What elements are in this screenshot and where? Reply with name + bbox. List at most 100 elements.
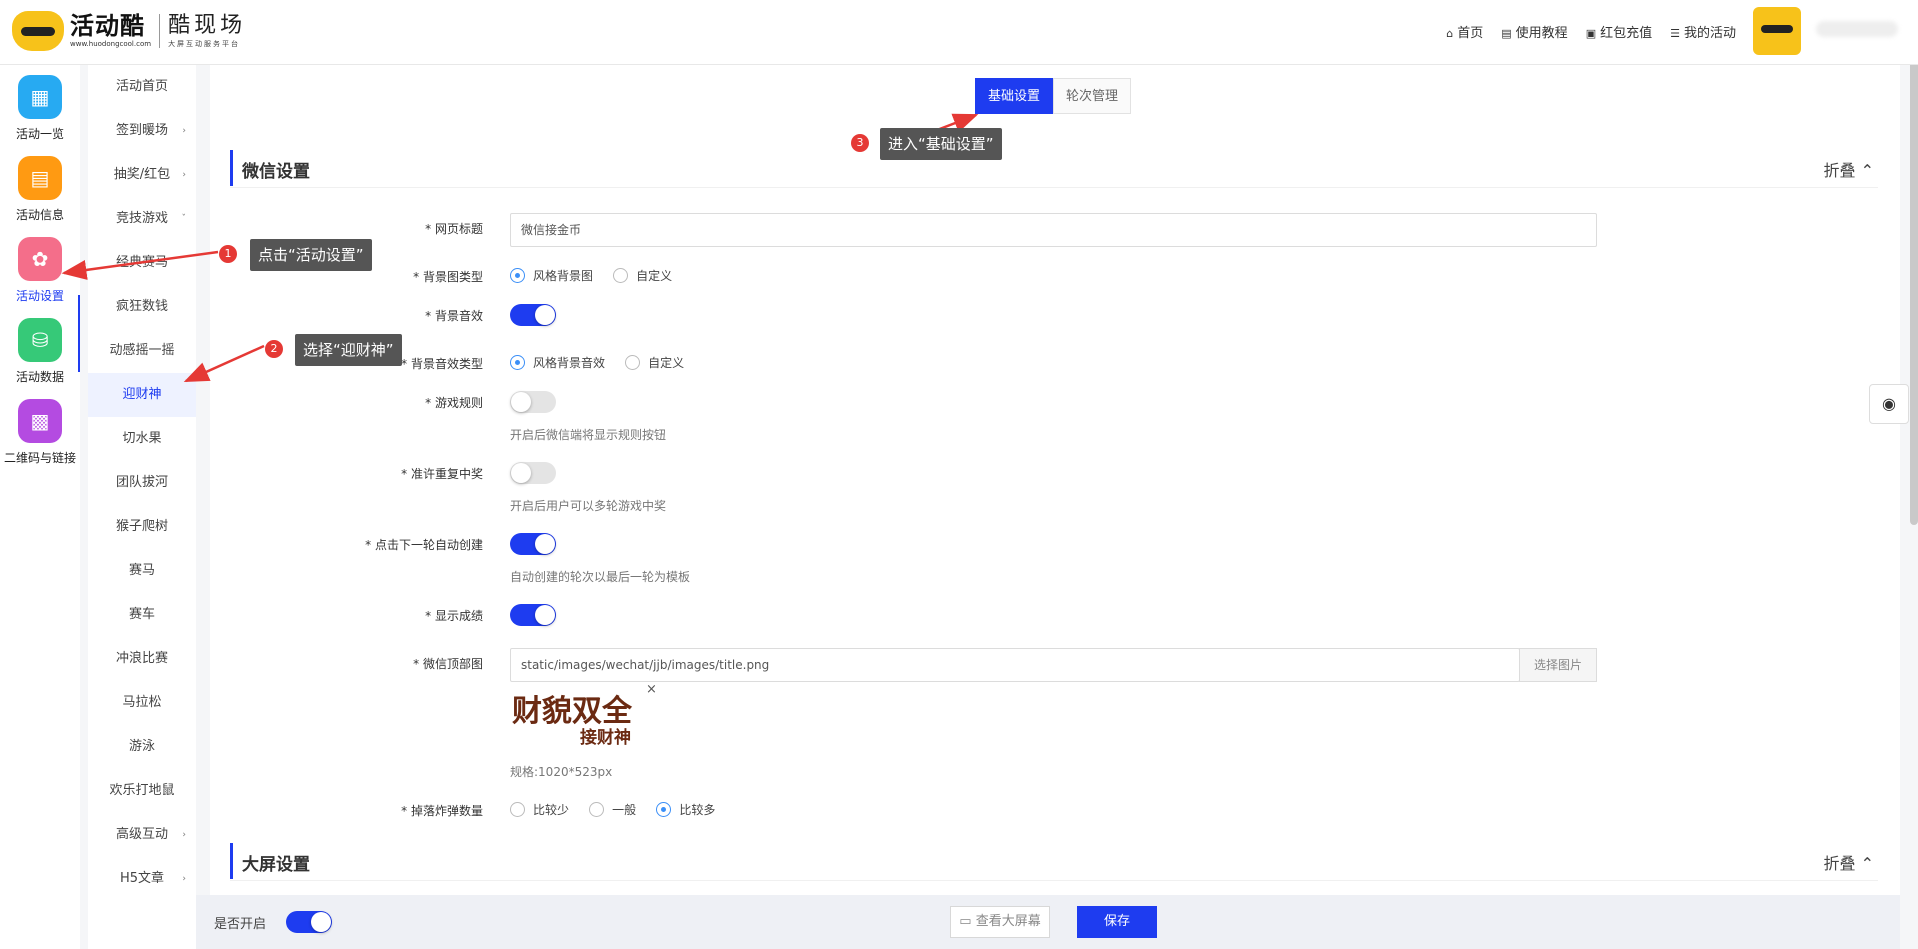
bg-type-radio-group: 风格背景图 自定义 <box>510 267 688 287</box>
rail-item-overview[interactable]: ▦ 活动一览 <box>0 75 80 142</box>
submenu-item-monkey[interactable]: 猴子爬树 <box>88 505 196 549</box>
submenu-item-games[interactable]: 竞技游戏 ˇ <box>88 197 196 241</box>
repeat-win-label: * 准许重复中奖 <box>401 467 483 481</box>
radio-bomb-many[interactable]: 比较多 <box>656 801 715 818</box>
tab-round-management[interactable]: 轮次管理 <box>1053 78 1131 114</box>
top-header: 活动酷 www.huodongcool.com 酷现场 大屏互动服务平台 ⌂ 首页… <box>0 0 1918 65</box>
chevron-right-icon: › <box>182 126 186 136</box>
callout-step-1: 点击“活动设置” <box>250 239 372 271</box>
step-badge-2: 2 <box>265 340 283 358</box>
show-score-toggle[interactable] <box>510 604 556 626</box>
submenu-item-shake[interactable]: 动感摇一摇 <box>88 329 196 373</box>
view-screen-button[interactable]: ▭ 查看大屏幕 <box>950 906 1050 938</box>
callout-step-3: 进入“基础设置” <box>880 128 1002 160</box>
auto-create-toggle[interactable] <box>510 533 556 555</box>
book-icon: ▤ <box>1501 27 1512 40</box>
brand-logo[interactable]: 活动酷 www.huodongcool.com 酷现场 大屏互动服务平台 <box>12 11 246 51</box>
submenu-item-horse[interactable]: 赛马 <box>88 549 196 593</box>
enable-toggle[interactable] <box>286 911 332 933</box>
submenu-item-surf[interactable]: 冲浪比赛 <box>88 637 196 681</box>
rail-item-info[interactable]: ▤ 活动信息 <box>0 156 80 223</box>
top-image-label: * 微信顶部图 <box>413 657 483 671</box>
submenu-item-swim[interactable]: 游泳 <box>88 725 196 769</box>
save-button[interactable]: 保存 <box>1077 906 1157 938</box>
radio-sound-style[interactable]: 风格背景音效 <box>510 354 605 371</box>
submenu-item-lottery[interactable]: 抽奖/红包 › <box>88 153 196 197</box>
username-blurred[interactable] <box>1816 21 1898 37</box>
game-submenu: 活动首页 签到暖场 › 抽奖/红包 › 竞技游戏 ˇ 经典赛马 疯狂数钱 动感摇一摇 … <box>88 65 196 949</box>
radio-unchecked-icon <box>625 355 641 370</box>
radio-unchecked-icon <box>510 802 525 817</box>
rail-item-data[interactable]: ⛁ 活动数据 <box>0 318 80 385</box>
nav-tutorial[interactable]: ▤ 使用教程 <box>1501 22 1567 41</box>
radio-bomb-normal[interactable]: 一般 <box>589 801 636 818</box>
remove-image-icon[interactable]: × <box>646 682 657 697</box>
rules-hint: 开启后微信端将显示规则按钮 <box>510 428 667 442</box>
radio-sound-custom[interactable]: 自定义 <box>625 354 684 371</box>
home-icon: ⌂ <box>1446 27 1454 40</box>
qq-support-icon[interactable]: ◉ <box>1869 384 1909 424</box>
preview-subtitle-text: 接财神 <box>580 727 631 748</box>
preview-title-text: 财貌双全 <box>512 694 633 729</box>
logo-main-text: 活动酷 <box>70 12 145 40</box>
submenu-item-checkin[interactable]: 签到暖场 › <box>88 109 196 153</box>
submenu-item-tug[interactable]: 团队拔河 <box>88 461 196 505</box>
tab-basic-settings[interactable]: 基础设置 <box>975 78 1053 114</box>
nav-recharge[interactable]: ▣ 红包充值 <box>1586 22 1652 41</box>
step-badge-1: 1 <box>219 245 237 263</box>
submenu-item-car[interactable]: 赛车 <box>88 593 196 637</box>
submenu-item-mole[interactable]: 欢乐打地鼠 <box>88 769 196 813</box>
radio-bg-style[interactable]: 风格背景图 <box>510 267 593 284</box>
bg-sound-type-radio-group: 风格背景音效 自定义 <box>510 354 700 374</box>
chevron-down-icon: ˇ <box>181 214 187 224</box>
cat-logo-icon <box>12 11 64 51</box>
logo-divider <box>159 14 161 48</box>
submenu-item-marathon[interactable]: 马拉松 <box>88 681 196 725</box>
gear-icon: ✿ <box>18 237 62 281</box>
submenu-item-money[interactable]: 疯狂数钱 <box>88 285 196 329</box>
submenu-item-h5[interactable]: H5文章 › <box>88 857 196 901</box>
radio-checked-icon <box>656 802 672 817</box>
radio-checked-icon <box>510 355 525 370</box>
logo-url-text: www.huodongcool.com <box>70 40 152 48</box>
page-title-input[interactable]: 微信接金币 <box>510 213 1597 247</box>
radio-unchecked-icon <box>613 268 629 283</box>
collapse-button[interactable]: 折叠 ⌃ <box>1824 850 1875 874</box>
screen-section-header: 大屏设置 折叠 ⌃ <box>230 843 1878 881</box>
radio-bomb-few[interactable]: 比较少 <box>510 801 569 818</box>
pick-image-button[interactable]: 选择图片 <box>1519 648 1597 682</box>
top-image-input[interactable]: static/images/wechat/jjb/images/title.pn… <box>510 648 1520 682</box>
enable-label: 是否开启 <box>214 917 267 932</box>
bg-sound-toggle[interactable] <box>510 304 556 326</box>
step-badge-3: 3 <box>851 134 869 152</box>
chevron-right-icon: › <box>182 830 186 840</box>
show-score-label: * 显示成绩 <box>425 609 483 623</box>
radio-checked-icon <box>510 268 525 283</box>
rail-item-settings[interactable]: ✿ 活动设置 <box>0 237 80 304</box>
submenu-item-home[interactable]: 活动首页 <box>88 65 196 109</box>
submenu-item-advanced[interactable]: 高级互动 › <box>88 813 196 857</box>
section-accent-bar <box>230 843 233 879</box>
database-icon: ⛁ <box>18 318 62 362</box>
rules-label: * 游戏规则 <box>425 396 483 410</box>
submenu-item-caishen[interactable]: 迎财神 <box>88 373 196 417</box>
rail-item-qrcode[interactable]: ▩ 二维码与链接 <box>0 399 80 466</box>
nav-my-activity[interactable]: ☰ 我的活动 <box>1670 22 1736 41</box>
wechat-section-header: 微信设置 折叠 ⌃ <box>230 150 1878 188</box>
settings-tabs: 基础设置 轮次管理 <box>975 78 1131 114</box>
collapse-button[interactable]: 折叠 ⌃ <box>1824 157 1875 181</box>
scrollbar[interactable] <box>1910 0 1918 525</box>
avatar[interactable] <box>1753 7 1801 55</box>
rules-toggle[interactable] <box>510 391 556 413</box>
document-icon: ▤ <box>18 156 62 200</box>
submenu-item-classic-horse[interactable]: 经典赛马 <box>88 241 196 285</box>
monitor-icon: ▭ <box>959 914 976 929</box>
repeat-win-toggle[interactable] <box>510 462 556 484</box>
chevron-right-icon: › <box>182 874 186 884</box>
nav-home[interactable]: ⌂ 首页 <box>1446 22 1483 41</box>
top-nav: ⌂ 首页 ▤ 使用教程 ▣ 红包充值 ☰ 我的活动 <box>1446 22 1736 41</box>
radio-bg-custom[interactable]: 自定义 <box>613 267 672 284</box>
page-title-label: * 网页标题 <box>425 222 483 236</box>
submenu-item-fruit[interactable]: 切水果 <box>88 417 196 461</box>
bg-sound-label: * 背景音效 <box>425 309 483 323</box>
